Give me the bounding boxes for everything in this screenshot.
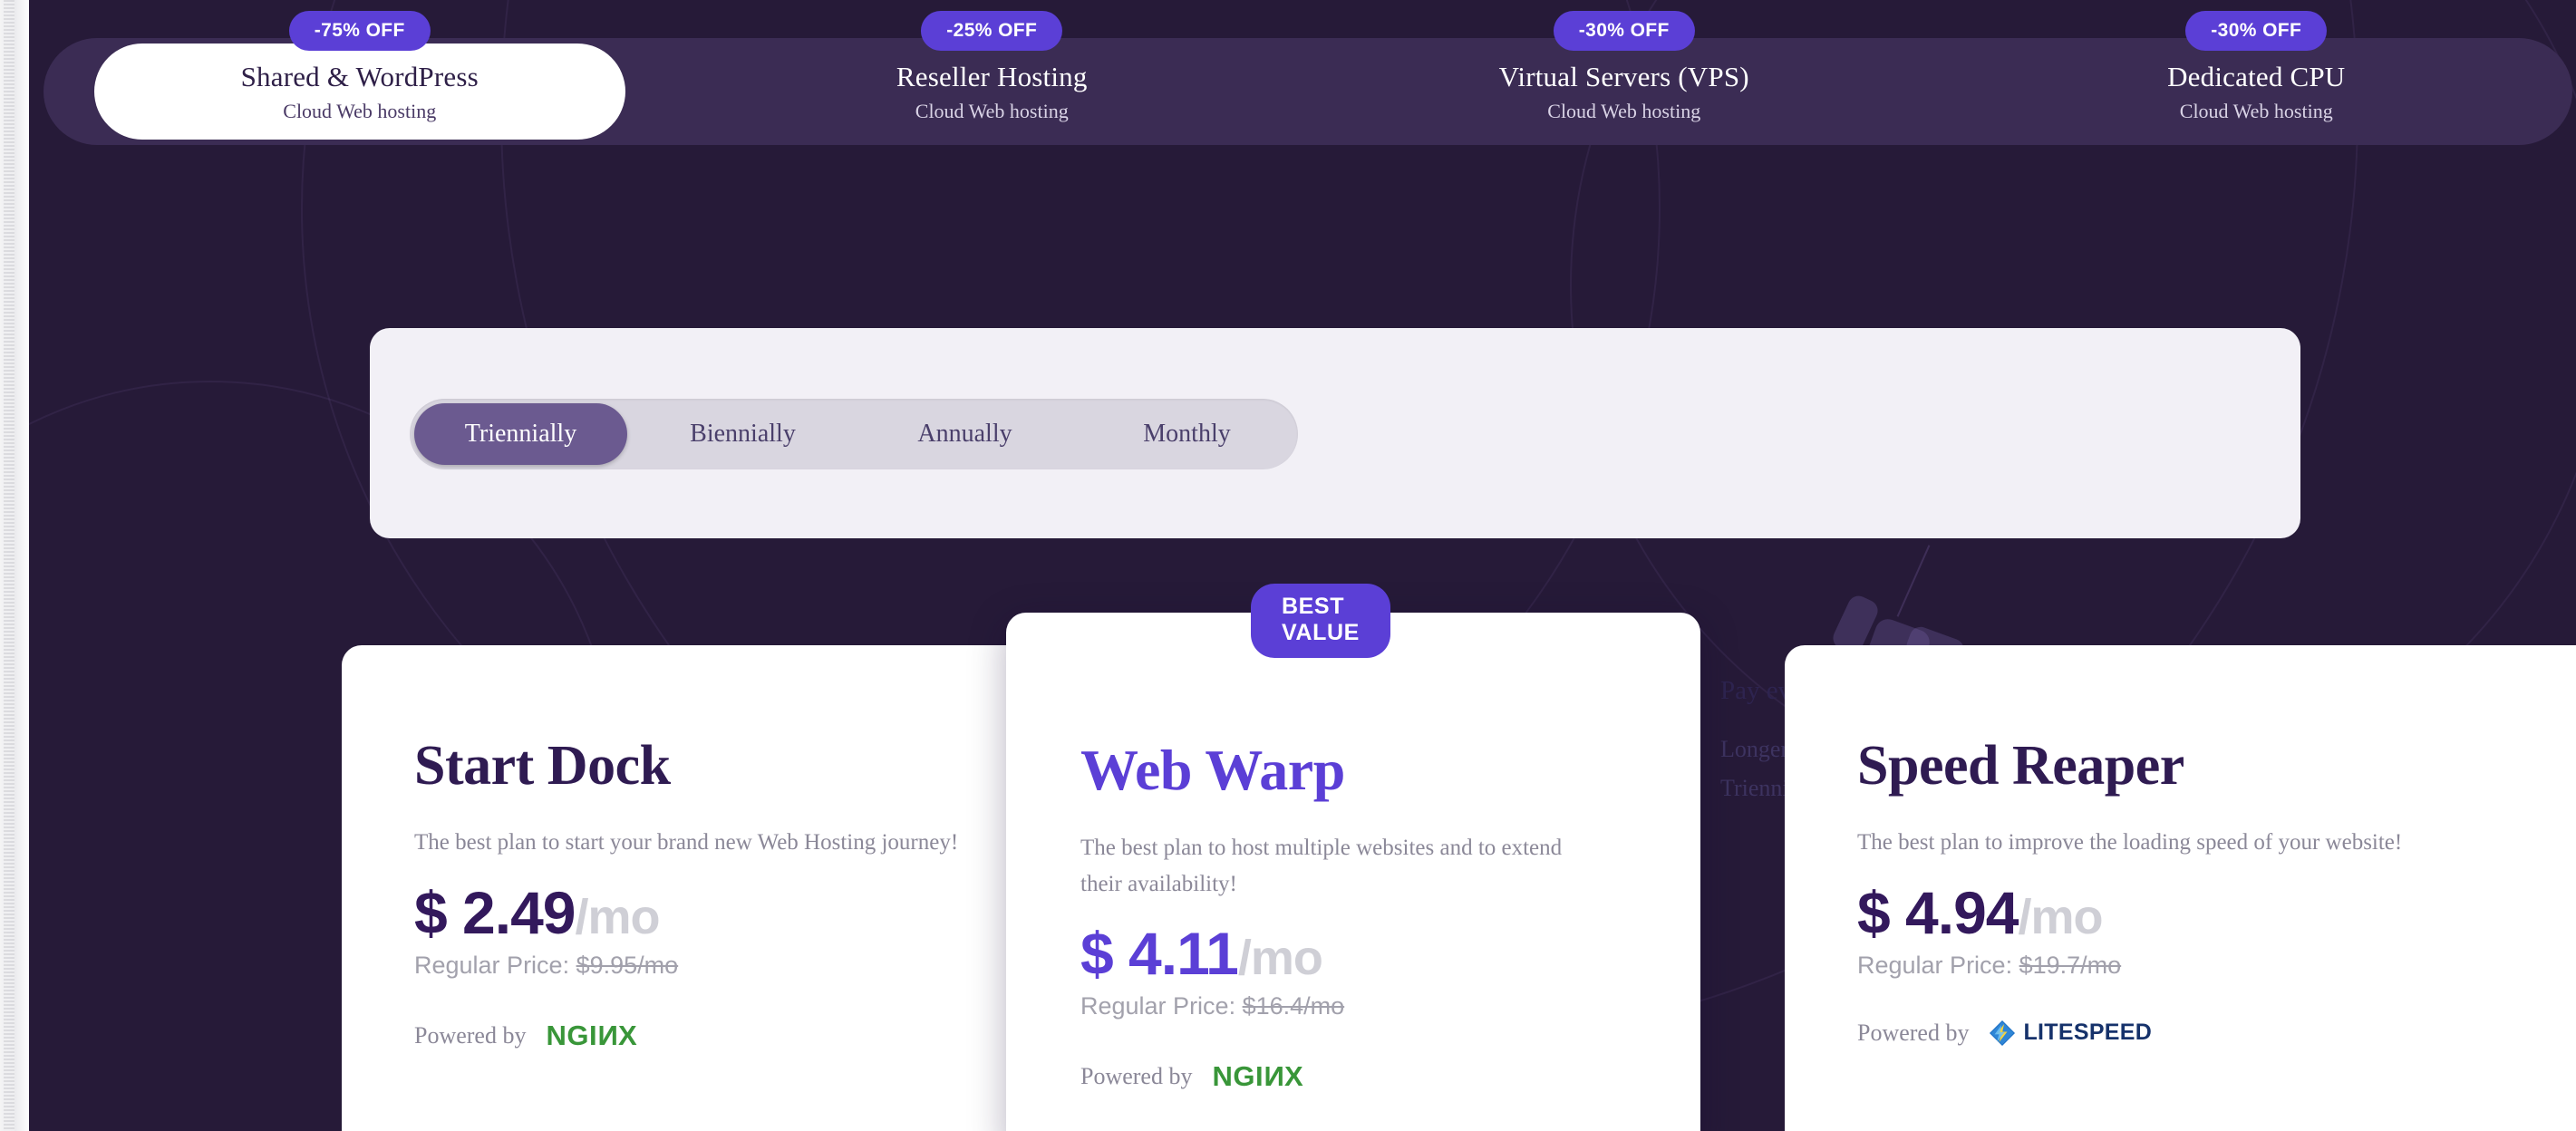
plan-card-web-warp[interactable]: Web Warp The best plan to host multiple … (1006, 613, 1700, 1131)
tab-shared-wordpress[interactable]: -75% OFF Shared & WordPress Cloud Web ho… (44, 11, 676, 145)
plan-price-period: /mo (1237, 931, 1323, 985)
nginx-logo: NGI N X (546, 1019, 638, 1051)
cycle-option-biennially[interactable]: Biennially (636, 403, 849, 465)
tab-text: Shared & WordPress Cloud Web hosting (241, 60, 479, 124)
tab-dedicated-cpu[interactable]: -30% OFF Dedicated CPU Cloud Web hosting (1941, 11, 2573, 145)
tab-title: Reseller Hosting (896, 60, 1088, 92)
plan-regular-price: $9.95/mo (576, 951, 679, 979)
plan-regular-label: Regular Price: (1857, 951, 2013, 979)
plan-powered-by: Powered by NGI N X (1080, 1060, 1700, 1093)
tab-virtual-servers-vps[interactable]: -30% OFF Virtual Servers (VPS) Cloud Web… (1308, 11, 1941, 145)
plan-regular-price: $19.7/mo (2019, 951, 2122, 979)
powered-by-label: Powered by (414, 1021, 527, 1049)
plan-description: The best plan to improve the loading spe… (1857, 830, 2403, 855)
nginx-logo: NGI N X (1212, 1060, 1304, 1092)
powered-by-label: Powered by (1857, 1019, 1970, 1046)
tab-subtitle: Cloud Web hosting (915, 99, 1069, 122)
litespeed-mark-icon (1990, 1020, 2016, 1046)
plan-price-period: /mo (2018, 889, 2104, 944)
plan-price: $ 4.11 (1080, 920, 1239, 987)
tab-text: Virtual Servers (VPS) Cloud Web hosting (1499, 60, 1749, 124)
plan-card-body: Web Warp The best plan to host multiple … (1006, 613, 1700, 1131)
discount-badge: -75% OFF (288, 11, 431, 51)
plan-price-row: $ 4.11/mo (1080, 923, 1700, 983)
plan-regular-price-row: Regular Price: $19.7/mo (1857, 952, 2576, 980)
pricing-page: -75% OFF Shared & WordPress Cloud Web ho… (0, 0, 2576, 1131)
tab-subtitle: Cloud Web hosting (283, 99, 437, 122)
plan-price-period: /mo (575, 889, 661, 944)
hosting-type-tabs: -75% OFF Shared & WordPress Cloud Web ho… (44, 11, 2573, 145)
plan-price: $ 2.49 (414, 878, 576, 946)
discount-badge: -30% OFF (2185, 11, 2328, 51)
tab-subtitle: Cloud Web hosting (2179, 99, 2333, 122)
plan-title: Web Warp (1080, 738, 1345, 802)
plan-description: The best plan to host multiple websites … (1080, 836, 1563, 896)
litespeed-wordmark: LITESPEED (2023, 1020, 2153, 1045)
plan-regular-label: Regular Price: (1080, 992, 1236, 1020)
plan-regular-label: Regular Price: (414, 951, 570, 979)
tab-reseller-hosting[interactable]: -25% OFF Reseller Hosting Cloud Web host… (676, 11, 1309, 145)
tab-text: Reseller Hosting Cloud Web hosting (896, 60, 1088, 124)
tab-title: Shared & WordPress (240, 60, 479, 92)
cycle-option-annually[interactable]: Annually (858, 403, 1071, 465)
plan-regular-price-row: Regular Price: $16.4/mo (1080, 992, 1700, 1020)
page-scrollbar[interactable] (0, 0, 29, 1131)
plan-regular-price: $16.4/mo (1242, 992, 1345, 1020)
tab-text: Dedicated CPU Cloud Web hosting (2167, 60, 2345, 124)
tab-title: Virtual Servers (VPS) (1498, 60, 1749, 92)
litespeed-logo: LITESPEED (1989, 1020, 2152, 1047)
powered-by-label: Powered by (1080, 1063, 1193, 1089)
tab-title: Dedicated CPU (2167, 60, 2346, 92)
plan-card-speed-reaper[interactable]: Speed Reaper The best plan to improve th… (1785, 645, 2576, 1131)
billing-cycle-switcher: Triennially Biennially Annually Monthly (410, 399, 1298, 469)
plan-price-row: $ 4.94/mo (1857, 883, 2576, 942)
plan-card-body: Speed Reaper The best plan to improve th… (1785, 645, 2576, 1131)
cycle-option-triennially[interactable]: Triennially (414, 403, 627, 465)
billing-cycle-panel: Triennially Biennially Annually Monthly … (370, 328, 2532, 836)
hero-stage: -75% OFF Shared & WordPress Cloud Web ho… (29, 0, 2576, 1131)
plan-price: $ 4.94 (1857, 878, 2019, 946)
plan-powered-by: Powered by LITESPEED (1857, 1020, 2576, 1047)
best-value-badge: BEST VALUE (1251, 584, 1390, 658)
tab-subtitle: Cloud Web hosting (1547, 99, 1701, 122)
discount-badge: -25% OFF (921, 11, 1063, 51)
discount-badge: -30% OFF (1553, 11, 1695, 51)
plan-title: Speed Reaper (1857, 735, 2184, 797)
cycle-option-monthly[interactable]: Monthly (1080, 403, 1293, 465)
plan-description: The best plan to start your brand new We… (414, 830, 959, 855)
